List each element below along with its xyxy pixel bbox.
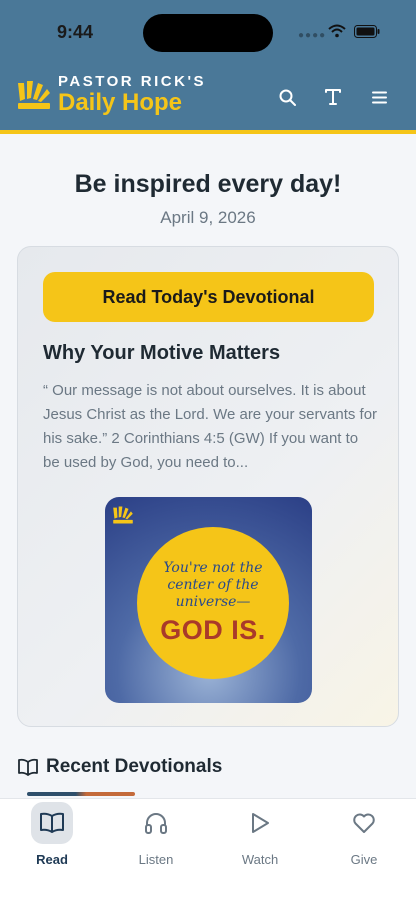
tab-listen-icon-wrap bbox=[135, 802, 177, 844]
recent-devotionals-title: Recent Devotionals bbox=[46, 756, 223, 777]
tab-watch[interactable]: Watch bbox=[208, 799, 312, 900]
status-time: 9:44 bbox=[57, 22, 94, 42]
recent-devotionals-header: Recent Devotionals bbox=[18, 756, 222, 778]
tab-read[interactable]: Read bbox=[0, 799, 104, 900]
page-title: Be inspired every day! bbox=[74, 170, 342, 198]
bottom-tab-bar: Read Listen Watch Give bbox=[0, 798, 416, 900]
recent-list-preview bbox=[27, 792, 135, 796]
tab-read-icon-wrap bbox=[31, 802, 73, 844]
book-icon bbox=[40, 812, 64, 833]
search-button[interactable] bbox=[278, 88, 296, 106]
sunburst-logo-icon bbox=[18, 81, 50, 109]
tab-watch-icon-wrap bbox=[239, 802, 281, 844]
tab-read-label: Read bbox=[36, 852, 68, 867]
battery-icon bbox=[354, 24, 380, 38]
devotional-title[interactable]: Why Your Motive Matters bbox=[43, 342, 280, 365]
tab-give[interactable]: Give bbox=[312, 799, 416, 900]
menu-button[interactable] bbox=[370, 88, 388, 106]
search-icon bbox=[279, 89, 296, 106]
tab-listen[interactable]: Listen bbox=[104, 799, 208, 900]
headphones-icon bbox=[145, 813, 167, 834]
wifi-icon bbox=[328, 24, 346, 38]
text-size-icon bbox=[325, 89, 341, 105]
devotional-image[interactable]: You're not the center of the universe— G… bbox=[105, 497, 312, 703]
signal-icon: ●●●● bbox=[298, 30, 327, 41]
brand-bottom-text: Daily Hope bbox=[58, 89, 183, 116]
image-quote-circle: You're not the center of the universe— G… bbox=[137, 527, 289, 679]
play-icon bbox=[252, 813, 269, 833]
app-header: 9:44 ●●●● PASTOR RICK'S Daily Hope bbox=[0, 0, 416, 134]
sunburst-logo-icon bbox=[113, 506, 133, 524]
menu-icon bbox=[371, 91, 387, 103]
devotional-card: Read Today's Devotional Why Your Motive … bbox=[17, 246, 399, 727]
brand-logo[interactable]: PASTOR RICK'S Daily Hope bbox=[16, 74, 206, 116]
heart-icon bbox=[353, 813, 375, 833]
current-date: April 9, 2026 bbox=[160, 208, 256, 227]
image-bold-text: GOD IS. bbox=[160, 615, 266, 645]
brand-top-text: PASTOR RICK'S bbox=[58, 73, 207, 90]
open-book-icon bbox=[18, 758, 38, 776]
tab-watch-label: Watch bbox=[241, 852, 279, 867]
text-size-button[interactable] bbox=[324, 88, 342, 106]
dynamic-island bbox=[143, 14, 273, 52]
read-devotional-button[interactable]: Read Today's Devotional bbox=[43, 272, 374, 322]
tab-give-label: Give bbox=[350, 852, 378, 867]
tab-give-icon-wrap bbox=[343, 802, 385, 844]
devotional-excerpt: “ Our message is not about ourselves. It… bbox=[43, 382, 378, 471]
image-script-text: You're not the center of the universe— bbox=[163, 560, 263, 610]
header-actions bbox=[278, 88, 388, 106]
tab-listen-label: Listen bbox=[138, 852, 174, 867]
status-icons bbox=[328, 24, 380, 38]
